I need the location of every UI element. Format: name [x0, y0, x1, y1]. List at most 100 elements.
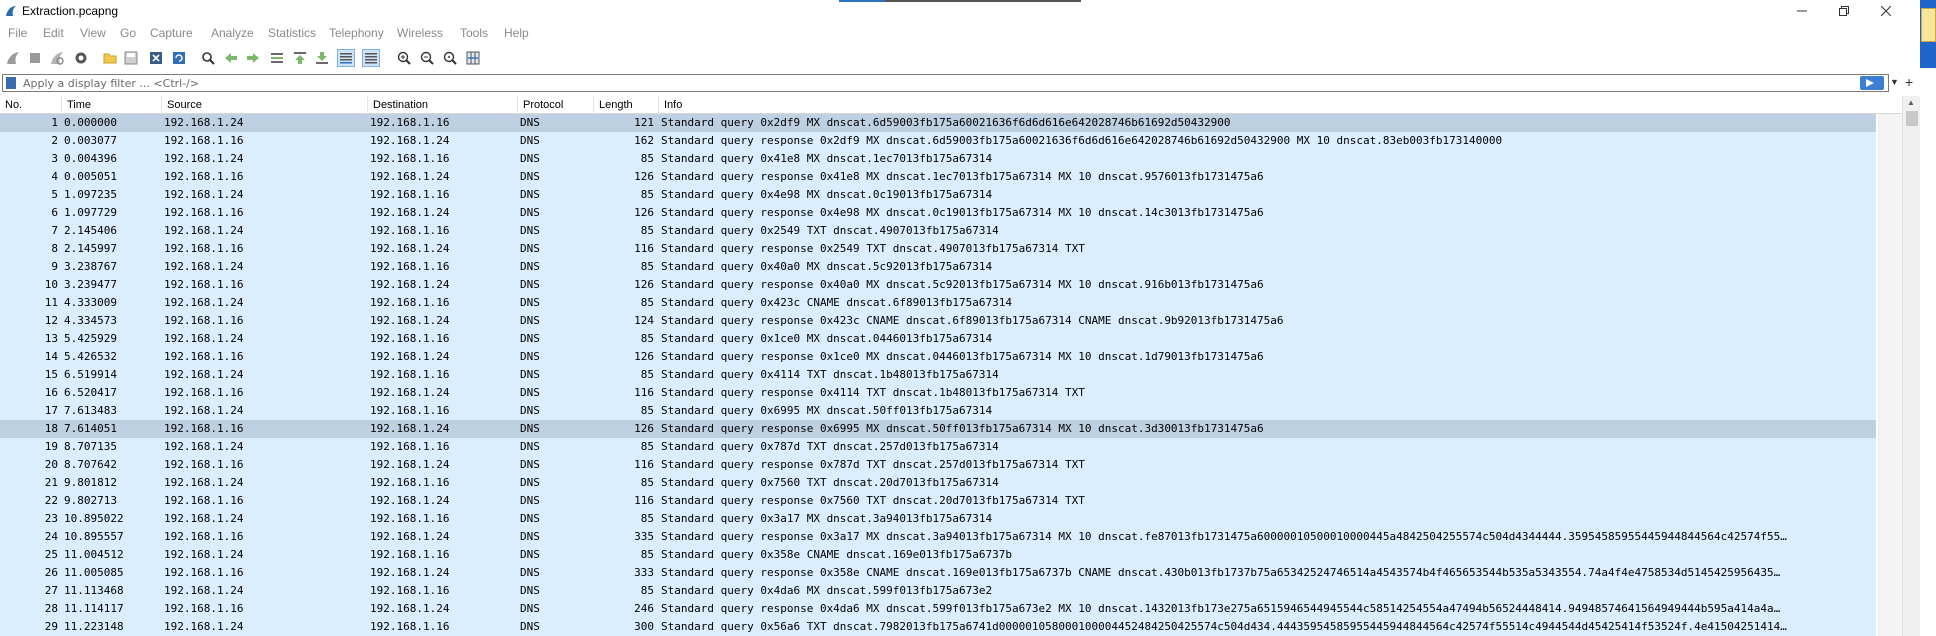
scrollbar-thumb[interactable]: [1906, 111, 1918, 126]
menu-go[interactable]: Go: [120, 26, 136, 40]
column-header-info[interactable]: Info: [659, 96, 1902, 114]
packet-row[interactable]: 29 11.223148 192.168.1.24 192.168.1.16 D…: [0, 618, 1876, 636]
packet-row[interactable]: 26 11.005085 192.168.1.16 192.168.1.24 D…: [0, 564, 1876, 582]
auto-scroll-button[interactable]: [337, 49, 355, 67]
cell-length: 85: [640, 224, 654, 237]
minimize-button[interactable]: [1781, 0, 1823, 22]
packet-minimap[interactable]: [1878, 114, 1902, 636]
packet-row[interactable]: 15 6.519914 192.168.1.24 192.168.1.16 DN…: [0, 366, 1876, 384]
colorize-button[interactable]: [362, 49, 380, 67]
open-file-button[interactable]: [101, 49, 119, 67]
cell-length: 300: [634, 620, 654, 633]
menu-view[interactable]: View: [80, 26, 106, 40]
menu-file[interactable]: File: [8, 26, 27, 40]
filter-history-dropdown-icon[interactable]: ▼: [1890, 77, 1899, 87]
packet-row[interactable]: 18 7.614051 192.168.1.16 192.168.1.24 DN…: [0, 420, 1876, 438]
go-first-button[interactable]: [291, 49, 309, 67]
packet-row[interactable]: 5 1.097235 192.168.1.24 192.168.1.16 DNS…: [0, 186, 1876, 204]
cell-no: 11: [44, 296, 58, 309]
packet-row[interactable]: 22 9.802713 192.168.1.16 192.168.1.24 DN…: [0, 492, 1876, 510]
restore-button[interactable]: [1823, 0, 1865, 22]
packet-row[interactable]: 13 5.425929 192.168.1.24 192.168.1.16 DN…: [0, 330, 1876, 348]
menu-help[interactable]: Help: [504, 26, 529, 40]
column-header-destination[interactable]: Destination: [368, 96, 518, 114]
zoom-normal-button[interactable]: [441, 49, 459, 67]
go-forward-button[interactable]: [244, 49, 262, 67]
close-window-button[interactable]: [1865, 0, 1907, 22]
menu-wireless[interactable]: Wireless: [397, 26, 443, 40]
restart-capture-button[interactable]: [48, 49, 66, 67]
menu-telephony[interactable]: Telephony: [329, 26, 384, 40]
cell-info: Standard query response 0x7560 TXT dnsca…: [661, 494, 1085, 507]
go-last-button[interactable]: [313, 49, 331, 67]
column-header-length[interactable]: Length: [594, 96, 659, 114]
packet-row[interactable]: 25 11.004512 192.168.1.24 192.168.1.16 D…: [0, 546, 1876, 564]
column-header-time[interactable]: Time: [62, 96, 162, 114]
go-back-button[interactable]: [222, 49, 240, 67]
packet-row[interactable]: 10 3.239477 192.168.1.16 192.168.1.24 DN…: [0, 276, 1876, 294]
save-file-button[interactable]: [122, 49, 140, 67]
add-filter-button-icon[interactable]: +: [1905, 74, 1913, 90]
reload-file-button[interactable]: [170, 49, 188, 67]
packet-row[interactable]: 11 4.333009 192.168.1.24 192.168.1.16 DN…: [0, 294, 1876, 312]
cell-source: 192.168.1.16: [164, 602, 244, 615]
packet-row[interactable]: 4 0.005051 192.168.1.16 192.168.1.24 DNS…: [0, 168, 1876, 186]
cell-no: 5: [51, 188, 58, 201]
scroll-up-arrow-icon[interactable]: ▲: [1907, 98, 1915, 107]
cell-source: 192.168.1.24: [164, 476, 244, 489]
cell-destination: 192.168.1.24: [370, 602, 450, 615]
packet-row[interactable]: 9 3.238767 192.168.1.24 192.168.1.16 DNS…: [0, 258, 1876, 276]
packet-row[interactable]: 23 10.895022 192.168.1.24 192.168.1.16 D…: [0, 510, 1876, 528]
packet-row[interactable]: 17 7.613483 192.168.1.24 192.168.1.16 DN…: [0, 402, 1876, 420]
cell-no: 25: [44, 548, 58, 561]
cell-destination: 192.168.1.24: [370, 494, 450, 507]
menu-analyze[interactable]: Analyze: [211, 26, 254, 40]
cell-destination: 192.168.1.16: [370, 368, 450, 381]
packet-row[interactable]: 3 0.004396 192.168.1.24 192.168.1.16 DNS…: [0, 150, 1876, 168]
packet-row[interactable]: 1 0.000000 192.168.1.24 192.168.1.16 DNS…: [0, 114, 1876, 132]
menu-tools[interactable]: Tools: [460, 26, 488, 40]
start-capture-button[interactable]: [4, 49, 22, 67]
packet-row[interactable]: 20 8.707642 192.168.1.16 192.168.1.24 DN…: [0, 456, 1876, 474]
zoom-normal-icon: [443, 51, 457, 65]
cell-no: 9: [51, 260, 58, 273]
packet-row[interactable]: 28 11.114117 192.168.1.16 192.168.1.24 D…: [0, 600, 1876, 618]
packet-row[interactable]: 16 6.520417 192.168.1.16 192.168.1.24 DN…: [0, 384, 1876, 402]
column-header-protocol[interactable]: Protocol: [518, 96, 594, 114]
cell-destination: 192.168.1.24: [370, 134, 450, 147]
filter-placeholder: Apply a display filter ... <Ctrl-/>: [23, 77, 200, 90]
display-filter-input[interactable]: Apply a display filter ... <Ctrl-/>: [2, 74, 1889, 92]
apply-filter-arrow-icon[interactable]: [1860, 76, 1884, 90]
go-to-packet-icon: [271, 53, 283, 63]
cell-no: 14: [44, 350, 58, 363]
auto-scroll-icon: [340, 53, 352, 64]
menu-statistics[interactable]: Statistics: [268, 26, 316, 40]
column-header-no[interactable]: No.: [0, 96, 62, 114]
close-file-button[interactable]: [147, 49, 165, 67]
packet-row[interactable]: 8 2.145997 192.168.1.16 192.168.1.24 DNS…: [0, 240, 1876, 258]
capture-options-button[interactable]: [72, 49, 90, 67]
packet-row[interactable]: 24 10.895557 192.168.1.16 192.168.1.24 D…: [0, 528, 1876, 546]
packet-row[interactable]: 19 8.707135 192.168.1.24 192.168.1.16 DN…: [0, 438, 1876, 456]
column-header-source[interactable]: Source: [162, 96, 368, 114]
packet-row[interactable]: 14 5.426532 192.168.1.16 192.168.1.24 DN…: [0, 348, 1876, 366]
packet-row[interactable]: 6 1.097729 192.168.1.16 192.168.1.24 DNS…: [0, 204, 1876, 222]
zoom-out-button[interactable]: [418, 49, 436, 67]
zoom-in-button[interactable]: [395, 49, 413, 67]
packet-row[interactable]: 7 2.145406 192.168.1.24 192.168.1.16 DNS…: [0, 222, 1876, 240]
cell-source: 192.168.1.16: [164, 566, 244, 579]
go-to-packet-button[interactable]: [268, 49, 286, 67]
packet-row[interactable]: 12 4.334573 192.168.1.16 192.168.1.24 DN…: [0, 312, 1876, 330]
stop-capture-button[interactable]: [26, 49, 44, 67]
packet-list-scrollbar[interactable]: ▲: [1902, 96, 1920, 636]
packet-row[interactable]: 27 11.113468 192.168.1.24 192.168.1.16 D…: [0, 582, 1876, 600]
resize-columns-button[interactable]: [464, 49, 482, 67]
cell-destination: 192.168.1.24: [370, 422, 450, 435]
find-packet-button[interactable]: [199, 49, 217, 67]
menu-capture[interactable]: Capture: [150, 26, 193, 40]
filter-bookmark-icon[interactable]: [6, 77, 16, 89]
packet-row[interactable]: 21 9.801812 192.168.1.24 192.168.1.16 DN…: [0, 474, 1876, 492]
menu-edit[interactable]: Edit: [43, 26, 64, 40]
cell-destination: 192.168.1.24: [370, 350, 450, 363]
packet-row[interactable]: 2 0.003077 192.168.1.16 192.168.1.24 DNS…: [0, 132, 1876, 150]
